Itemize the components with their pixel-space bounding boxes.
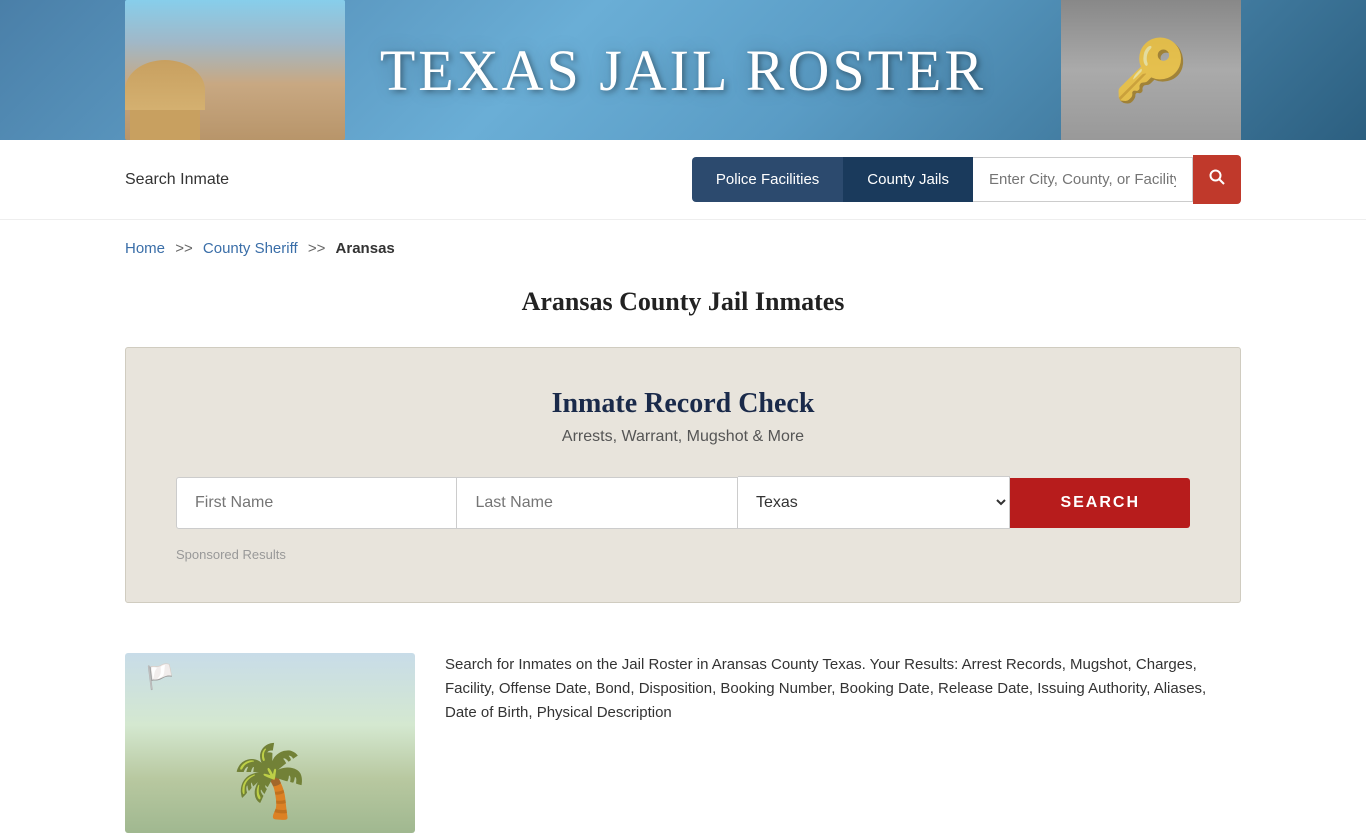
search-inmate-label: Search Inmate: [125, 171, 229, 189]
state-select[interactable]: AlabamaAlaskaArizonaArkansasCaliforniaCo…: [738, 476, 1010, 529]
first-name-input[interactable]: [176, 477, 457, 529]
county-jails-button[interactable]: County Jails: [843, 157, 973, 202]
search-icon: [1209, 169, 1225, 185]
capitol-image: [125, 0, 345, 140]
keys-icon: 🔑: [1114, 35, 1189, 106]
location-image: 🏳️ 🌴: [125, 653, 415, 833]
header-banner: Texas Jail Roster 🔑: [0, 0, 1366, 140]
facility-search-input[interactable]: [973, 157, 1193, 202]
bottom-section: 🏳️ 🌴 Search for Inmates on the Jail Rost…: [0, 633, 1366, 833]
inmate-check-box: Inmate Record Check Arrests, Warrant, Mu…: [125, 347, 1241, 603]
breadcrumb-home[interactable]: Home: [125, 240, 165, 257]
police-facilities-button[interactable]: Police Facilities: [692, 157, 843, 202]
keys-image: 🔑: [1061, 0, 1241, 140]
inmate-search-row: AlabamaAlaskaArizonaArkansasCaliforniaCo…: [176, 476, 1190, 529]
bottom-description: Search for Inmates on the Jail Roster in…: [445, 653, 1241, 725]
inmate-search-button[interactable]: SEARCH: [1010, 478, 1190, 528]
last-name-input[interactable]: [457, 477, 737, 529]
breadcrumb-sep1: >>: [175, 240, 193, 257]
nav-right: Police Facilities County Jails: [692, 155, 1241, 204]
breadcrumb-sep2: >>: [308, 240, 326, 257]
breadcrumb-county-sheriff[interactable]: County Sheriff: [203, 240, 298, 257]
breadcrumb: Home >> County Sheriff >> Aransas: [0, 220, 1366, 267]
flag-icon: 🏳️: [145, 663, 175, 692]
inmate-check-title: Inmate Record Check: [176, 388, 1190, 420]
site-title: Texas Jail Roster: [380, 37, 986, 104]
nav-bar: Search Inmate Police Facilities County J…: [0, 140, 1366, 220]
inmate-check-subtitle: Arrests, Warrant, Mugshot & More: [176, 428, 1190, 446]
palm-tree-icon: 🌴: [226, 741, 313, 823]
page-title: Aransas County Jail Inmates: [0, 267, 1366, 347]
breadcrumb-current: Aransas: [336, 240, 395, 257]
facility-search-button[interactable]: [1193, 155, 1241, 204]
sponsored-results-label: Sponsored Results: [176, 547, 1190, 562]
